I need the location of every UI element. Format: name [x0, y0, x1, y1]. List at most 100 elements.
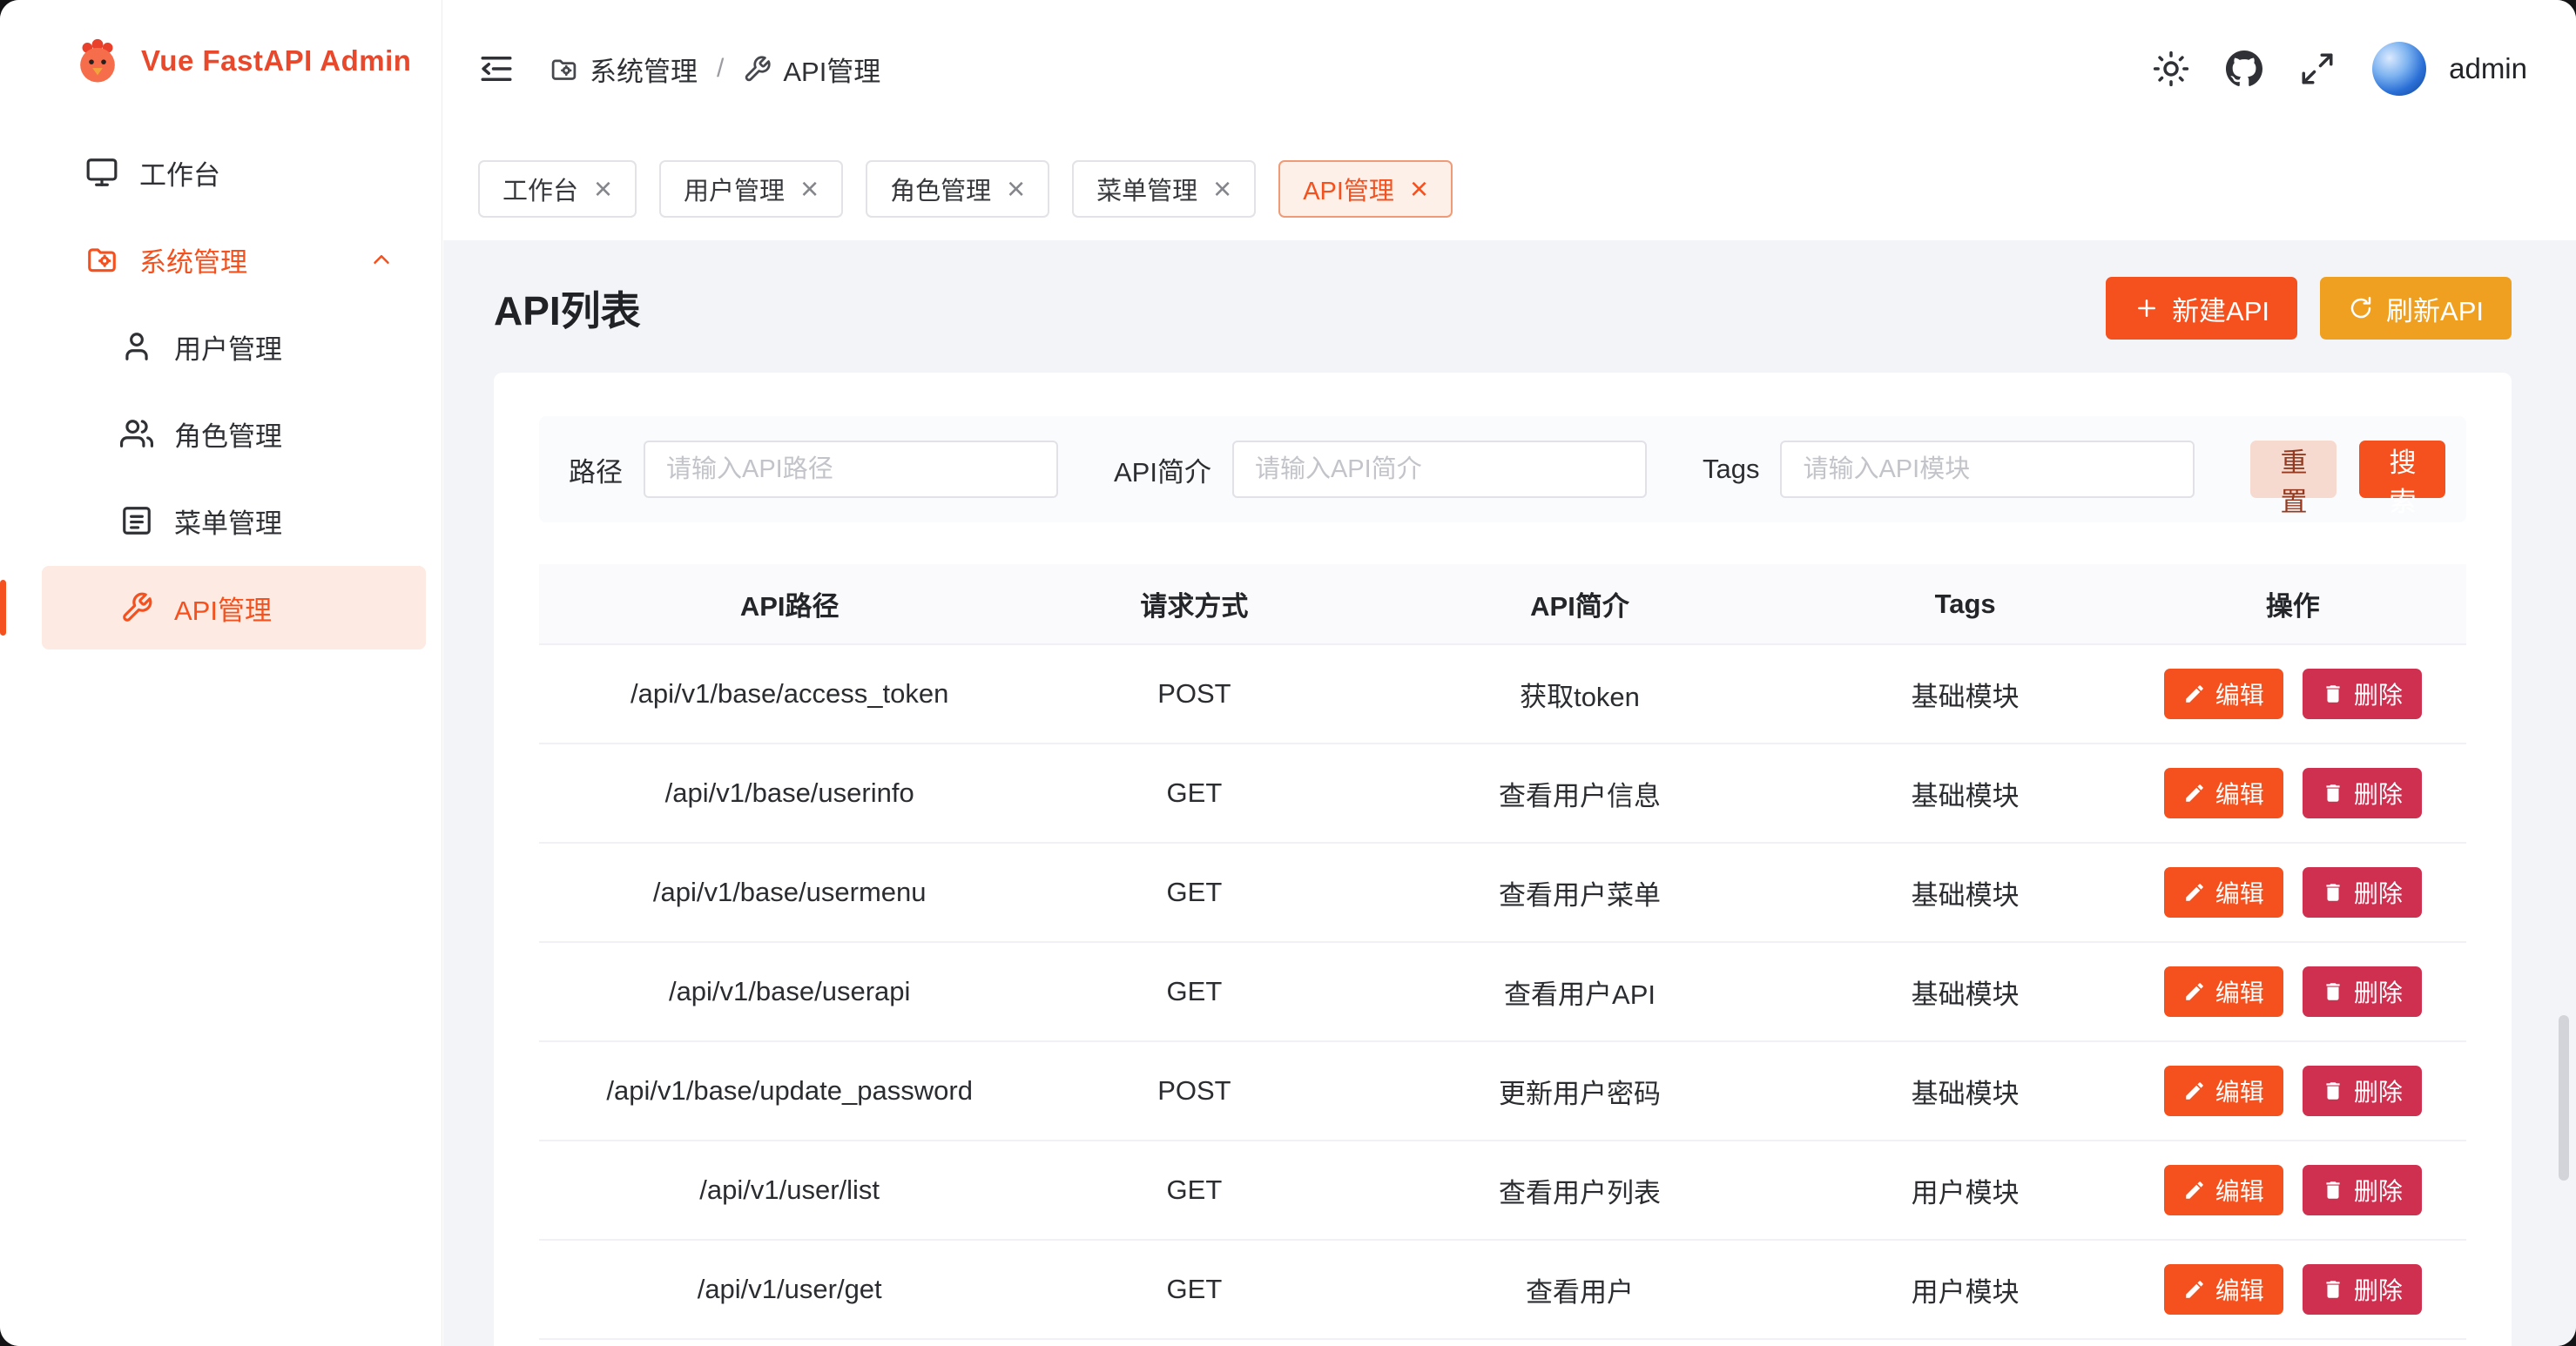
breadcrumb-item-api[interactable]: API管理: [743, 50, 880, 89]
header-actions: 操作: [2120, 564, 2466, 644]
sidebar-item-api[interactable]: API管理: [42, 566, 426, 649]
filter-tags: Tags: [1703, 441, 2195, 498]
sidebar-item-menus[interactable]: 菜单管理: [42, 479, 426, 562]
sidebar: Vue FastAPI Admin 工作台 系统管理 用户管理 角色管理: [0, 0, 442, 1346]
brand[interactable]: Vue FastAPI Admin: [0, 0, 442, 115]
tab-close-icon[interactable]: ×: [1007, 173, 1025, 205]
cell-tags: 基础模块: [1811, 843, 2120, 942]
path-input[interactable]: [644, 441, 1058, 498]
fullscreen-icon[interactable]: [2299, 50, 2336, 87]
sidebar-item-label: API管理: [174, 589, 272, 628]
cell-tags: 用户模块: [1811, 1240, 2120, 1339]
breadcrumb-item-system[interactable]: 系统管理: [550, 50, 698, 89]
username[interactable]: admin: [2449, 52, 2527, 85]
tab-api[interactable]: API管理 ×: [1278, 160, 1453, 218]
sidebar-item-users[interactable]: 用户管理: [42, 305, 426, 388]
cell-tags: 基础模块: [1811, 1041, 2120, 1141]
collapse-sidebar-icon[interactable]: [478, 50, 515, 87]
scrollbar-thumb[interactable]: [2559, 1015, 2569, 1181]
edit-button[interactable]: 编辑: [2164, 768, 2283, 818]
header-summary: API简介: [1348, 564, 1811, 644]
header-actions: admin: [2153, 42, 2527, 96]
filter-bar: 路径 API简介 Tags 重置 搜索: [539, 416, 2466, 522]
cell-tags: 用户模块: [1811, 1141, 2120, 1240]
plus-icon: [2134, 295, 2160, 321]
new-api-button[interactable]: 新建API: [2106, 277, 2297, 340]
delete-button[interactable]: 删除: [2303, 867, 2422, 918]
cell-api-path: /api/v1/base/userapi: [539, 942, 1040, 1041]
delete-button[interactable]: 删除: [2303, 768, 2422, 818]
avatar[interactable]: [2372, 42, 2426, 96]
tab-close-icon[interactable]: ×: [1410, 173, 1428, 205]
table-row: /api/v1/base/access_token POST 获取token 基…: [539, 644, 2466, 744]
table-body: /api/v1/base/access_token POST 获取token 基…: [539, 644, 2466, 1339]
tab-close-icon[interactable]: ×: [800, 173, 819, 205]
sidebar-item-label: 系统管理: [139, 240, 247, 279]
header: 系统管理 / API管理 admin: [443, 0, 2576, 138]
trash-icon: [2322, 782, 2344, 804]
cell-method: GET: [1040, 942, 1348, 1041]
table-row: /api/v1/base/usermenu GET 查看用户菜单 基础模块 编辑: [539, 843, 2466, 942]
edit-button[interactable]: 编辑: [2164, 669, 2283, 719]
tab-close-icon[interactable]: ×: [594, 173, 612, 205]
delete-button[interactable]: 删除: [2303, 669, 2422, 719]
pencil-icon: [2183, 881, 2206, 904]
github-icon[interactable]: [2226, 50, 2262, 87]
tab-workbench[interactable]: 工作台 ×: [478, 160, 637, 218]
header-tags: Tags: [1811, 564, 2120, 644]
delete-button[interactable]: 删除: [2303, 1165, 2422, 1215]
breadcrumb: 系统管理 / API管理: [550, 50, 880, 89]
tab-menus[interactable]: 菜单管理 ×: [1072, 160, 1256, 218]
tab-users[interactable]: 用户管理 ×: [659, 160, 843, 218]
summary-input[interactable]: [1232, 441, 1647, 498]
cell-actions: 编辑 删除: [2120, 843, 2466, 942]
tags-label: Tags: [1703, 454, 1759, 485]
tab-close-icon[interactable]: ×: [1213, 173, 1231, 205]
edit-button[interactable]: 编辑: [2164, 966, 2283, 1017]
pencil-icon: [2183, 782, 2206, 804]
trash-icon: [2322, 980, 2344, 1003]
cell-actions: 编辑 删除: [2120, 1141, 2466, 1240]
cell-method: GET: [1040, 1141, 1348, 1240]
reset-button[interactable]: 重置: [2250, 441, 2337, 498]
sidebar-item-label: 用户管理: [174, 327, 282, 367]
edit-button[interactable]: 编辑: [2164, 1165, 2283, 1215]
chevron-up-icon: [368, 246, 394, 273]
cell-summary: 查看用户: [1348, 1240, 1811, 1339]
filter-actions: 重置 搜索: [2250, 441, 2445, 498]
trash-icon: [2322, 1278, 2344, 1301]
tags-input[interactable]: [1780, 441, 2195, 498]
theme-toggle-sun-icon[interactable]: [2153, 50, 2189, 87]
edit-button[interactable]: 编辑: [2164, 1264, 2283, 1315]
sidebar-item-system[interactable]: 系统管理: [42, 218, 426, 301]
table-head: API路径 请求方式 API简介 Tags 操作: [539, 564, 2466, 644]
cell-method: GET: [1040, 843, 1348, 942]
edit-button[interactable]: 编辑: [2164, 867, 2283, 918]
users-icon: [120, 417, 153, 450]
trash-icon: [2322, 881, 2344, 904]
header-path: API路径: [539, 564, 1040, 644]
content-card: 路径 API简介 Tags 重置 搜索: [494, 373, 2512, 1346]
delete-button[interactable]: 删除: [2303, 1264, 2422, 1315]
search-button[interactable]: 搜索: [2359, 441, 2445, 498]
wrench-icon: [120, 591, 153, 624]
cell-method: GET: [1040, 1240, 1348, 1339]
list-icon: [120, 504, 153, 537]
user-icon: [120, 330, 153, 363]
pencil-icon: [2183, 1080, 2206, 1102]
path-label: 路径: [569, 450, 623, 489]
delete-button[interactable]: 删除: [2303, 966, 2422, 1017]
breadcrumb-separator: /: [717, 54, 724, 84]
refresh-api-button[interactable]: 刷新API: [2320, 277, 2512, 340]
table-row: /api/v1/base/update_password POST 更新用户密码…: [539, 1041, 2466, 1141]
cell-api-path: /api/v1/user/list: [539, 1141, 1040, 1240]
sidebar-item-workbench[interactable]: 工作台: [42, 131, 426, 214]
tab-roles[interactable]: 角色管理 ×: [866, 160, 1049, 218]
edit-button[interactable]: 编辑: [2164, 1066, 2283, 1116]
cell-summary: 查看用户列表: [1348, 1141, 1811, 1240]
delete-button[interactable]: 删除: [2303, 1066, 2422, 1116]
sidebar-item-roles[interactable]: 角色管理: [42, 392, 426, 475]
header-method: 请求方式: [1040, 564, 1348, 644]
trash-icon: [2322, 1179, 2344, 1201]
page-title: API列表: [494, 279, 641, 337]
